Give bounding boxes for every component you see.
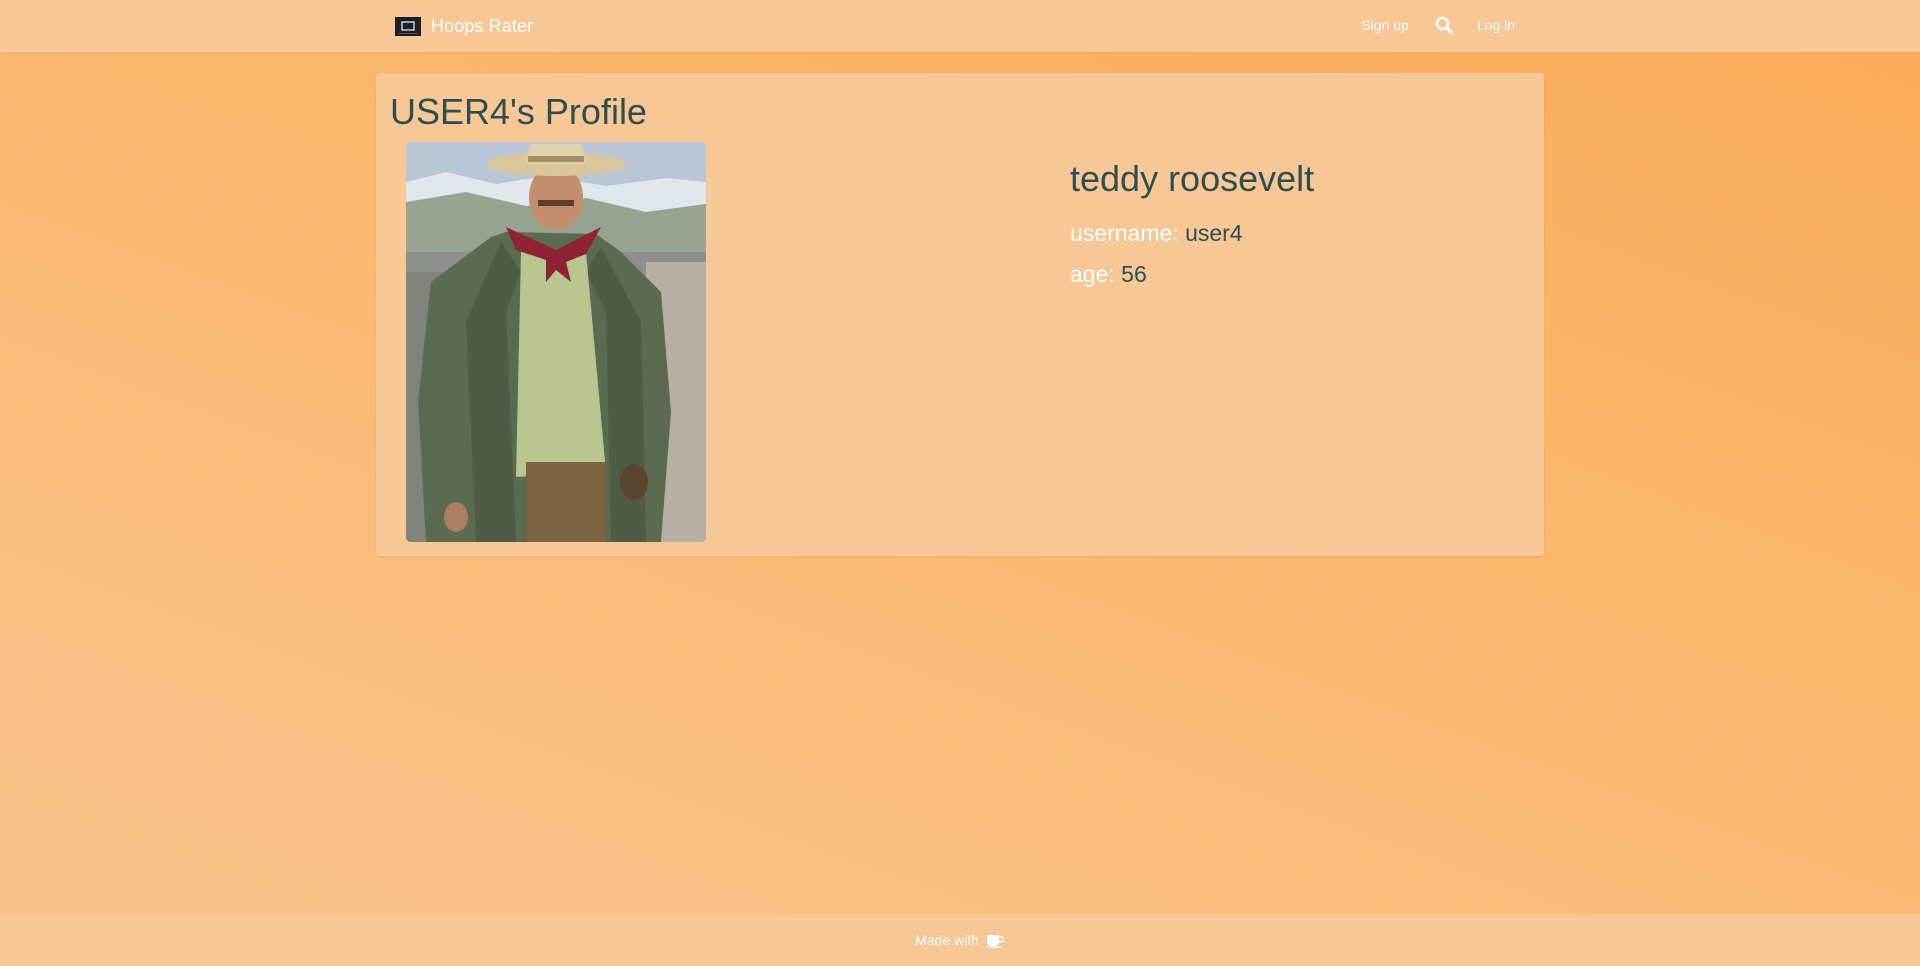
brand-link[interactable]: Hoops Rater — [395, 16, 533, 37]
nav-actions: Sign up Log in — [1361, 14, 1515, 36]
profile-photo — [406, 142, 706, 542]
username-label: username: — [1070, 220, 1179, 246]
search-button[interactable] — [1434, 14, 1454, 36]
page-title: USER4's Profile — [390, 91, 647, 132]
age-label: age: — [1070, 261, 1115, 287]
full-name: teddy roosevelt — [1070, 158, 1315, 199]
age-value: 56 — [1121, 261, 1147, 287]
brand-name: Hoops Rater — [431, 16, 534, 36]
profile-card: USER4's Profile teddy roosevelt username… — [376, 73, 1544, 556]
username-value: user4 — [1185, 220, 1243, 246]
footer-text: Made with — [915, 932, 979, 948]
footer: Made with — [0, 914, 1920, 966]
age-row: age: 56 — [1070, 261, 1314, 288]
login-link[interactable]: Log in — [1477, 17, 1515, 33]
coffee-icon — [985, 935, 1005, 948]
search-icon — [1435, 16, 1453, 34]
profile-info: teddy roosevelt username: user4 age: 56 — [1070, 158, 1314, 302]
username-row: username: user4 — [1070, 220, 1314, 247]
top-navbar: Hoops Rater Sign up Log in — [0, 0, 1920, 52]
tv-icon — [395, 17, 421, 36]
signup-link[interactable]: Sign up — [1361, 17, 1408, 33]
